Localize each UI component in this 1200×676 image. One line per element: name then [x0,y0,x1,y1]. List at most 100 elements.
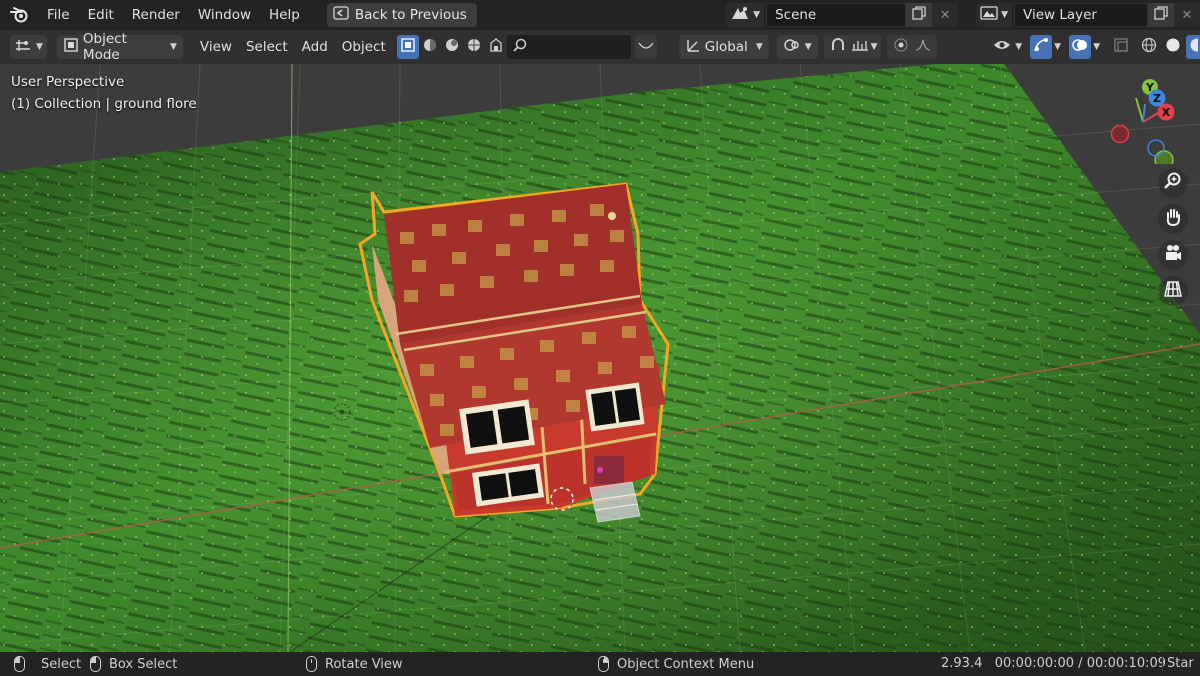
3d-viewport[interactable]: User Perspective (1) Collection | ground… [0,64,1200,652]
menu-add[interactable]: Add [295,39,335,55]
menu-window[interactable]: Window [189,0,260,30]
proportional-falloff-dropdown[interactable] [912,35,934,59]
scene-name-field[interactable]: Scene [766,3,907,27]
menu-view[interactable]: View [193,39,239,55]
falloff-button[interactable] [634,35,657,59]
version-time-label: 2.93.4 00:00:00:00 / 00:00:10:09 [941,656,1167,671]
delete-scene-button[interactable]: ✕ [932,3,959,27]
global-orientation-icon [685,37,701,57]
pivot-point-dropdown[interactable]: ▼ [776,35,818,59]
menu-select[interactable]: Select [239,39,295,55]
proportional-group [886,35,937,59]
zoom-button[interactable] [1158,168,1188,198]
proportional-icon [894,38,908,56]
solid-icon [1165,37,1181,57]
select-box-button[interactable] [396,35,419,59]
xray-icon [1114,38,1128,56]
delete-view-layer-button[interactable]: ✕ [1174,3,1200,27]
solid-shading-button[interactable] [1162,35,1184,59]
back-icon [333,6,349,24]
scene-icon [730,5,750,25]
ortho-toggle-button[interactable] [1158,276,1188,306]
mouse-left-icon [14,656,25,672]
new-scene-button[interactable] [906,3,933,27]
visibility-dropdown[interactable] [991,35,1013,59]
pivot-icon [783,37,801,57]
select-invert-icon [466,37,482,57]
snap-toggle[interactable] [827,35,849,59]
mouse-drag-icon [90,656,101,672]
chevron-down-icon: ▼ [1001,10,1008,20]
transform-orientation-label: Global [704,39,748,55]
back-to-previous-label: Back to Previous [354,7,467,23]
chevron-down-icon: ▼ [36,42,43,52]
snap-group: ▼ [823,35,881,59]
search-icon [513,38,527,56]
status-truncated: Star [1162,656,1200,671]
proportional-editing-toggle[interactable] [890,35,912,59]
render-layer-icon [980,5,998,25]
perspective-label: User Perspective [11,74,125,90]
camera-view-button[interactable] [1158,240,1188,270]
snap-target-dropdown[interactable] [849,35,871,59]
close-icon: ✕ [1181,7,1193,23]
status-rotate-view: Rotate View [306,656,403,672]
mouse-middle-icon [306,656,317,672]
neg-y-axis-handle[interactable] [1154,150,1174,170]
select-extend-button[interactable] [419,35,441,59]
blender-logo-icon[interactable] [0,0,38,30]
menu-edit[interactable]: Edit [79,0,123,30]
status-select-label: Select [41,656,82,672]
chevron-down-icon: ▼ [1015,42,1023,52]
viewport-scene [0,64,1200,652]
neg-x-axis-handle[interactable] [1110,124,1130,144]
falloff-icon [638,40,654,55]
menu-object[interactable]: Object [335,39,393,55]
pan-button[interactable] [1158,204,1188,234]
truncated-label: Star [1167,656,1194,671]
select-invert-button[interactable] [463,35,485,59]
object-mode-dropdown[interactable]: Object Mode ▼ [56,31,183,63]
status-context-menu-label: Object Context Menu [617,656,755,672]
x-axis-label: X [1162,106,1171,119]
wireframe-shading-button[interactable] [1138,35,1160,59]
select-box-icon [401,38,415,56]
editor-type-button[interactable]: ▼ [10,35,47,59]
gizmo-toggle[interactable] [1030,35,1053,59]
search-input[interactable] [506,35,631,59]
select-subtract-icon [444,37,460,57]
viewport-info-overlay: User Perspective (1) Collection | ground… [11,72,197,115]
view-layer-selector-button[interactable]: ▼ [976,3,1012,27]
status-box-select-label: Box Select [109,656,178,672]
new-view-layer-button[interactable] [1148,3,1174,27]
transform-orientation-dropdown[interactable]: Global ▼ [678,35,769,59]
neg-z-axis-handle[interactable] [1147,139,1165,157]
status-bar: Select Box Select Rotate View Object Con… [0,652,1200,676]
grid-icon [1163,279,1183,303]
z-axis-label: Z [1153,92,1161,105]
status-version-time: 2.93.4 00:00:00:00 / 00:00:10:09 [941,656,1166,671]
menu-file[interactable]: File [38,0,79,30]
overlay-toggle[interactable] [1069,35,1092,59]
viewport-header: ▼ Object Mode ▼ View Select Add Object G… [0,30,1200,64]
zoom-icon [1163,171,1183,195]
scene-selector-button[interactable]: ▼ [726,3,765,27]
xray-toggle[interactable] [1110,35,1132,59]
view-layer-name-field[interactable]: View Layer [1014,3,1148,27]
menu-render[interactable]: Render [123,0,189,30]
collection-label: (1) Collection | ground flore [11,95,197,112]
close-icon: ✕ [939,7,951,23]
navigation-gizmo[interactable]: X Y Z [1098,74,1188,170]
select-subtract-button[interactable] [441,35,463,59]
material-preview-button[interactable] [1186,35,1200,59]
falloff-curve-icon [915,39,931,55]
select-intersect-button[interactable] [485,35,507,59]
scene-controls: ▼ Scene ✕ ▼ View Layer ✕ [726,0,1200,30]
snap-increment-icon [851,38,869,56]
hand-icon [1163,207,1183,231]
wireframe-icon [1141,37,1157,57]
select-extend-icon [422,37,438,57]
menu-help[interactable]: Help [260,0,309,30]
back-to-previous-button[interactable]: Back to Previous [326,3,477,27]
top-menu-bar: File Edit Render Window Help Back to Pre… [0,0,1200,30]
